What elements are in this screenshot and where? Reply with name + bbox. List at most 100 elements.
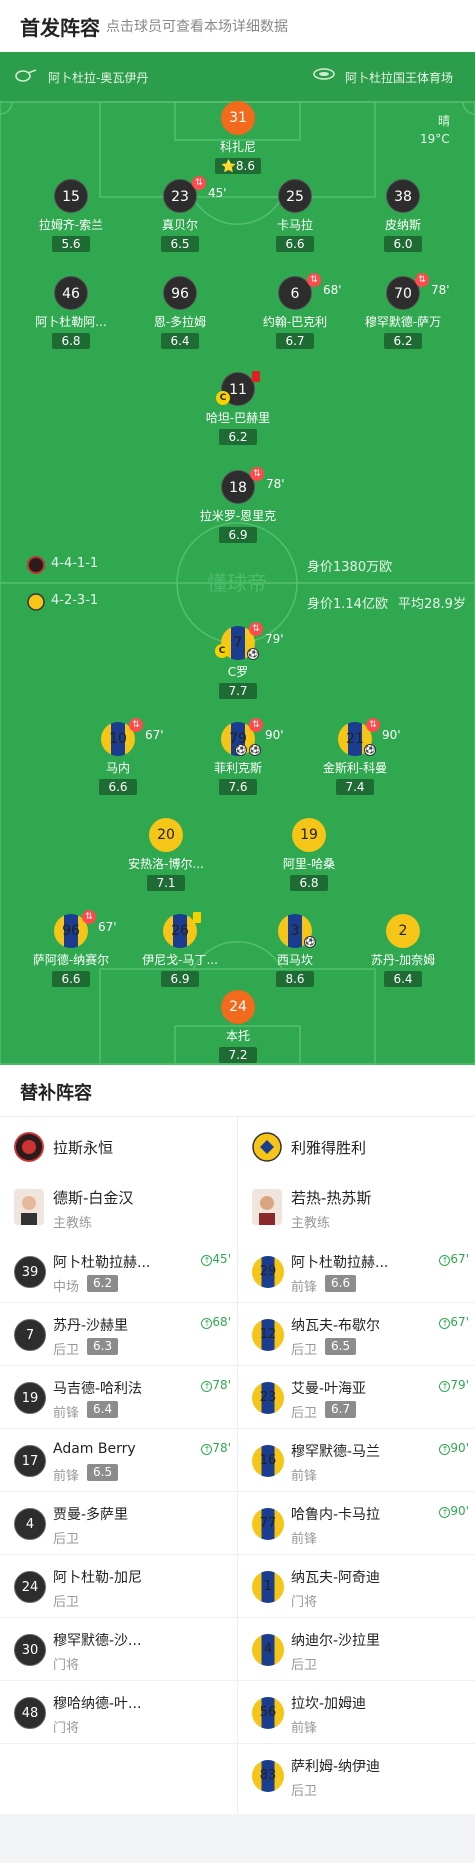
player-away-rw[interactable]: 21 ⇅ 90' ⚽ 金斯利-科曼 7.4 bbox=[300, 718, 410, 795]
sub-in-icon: ↑ bbox=[439, 1507, 451, 1518]
away-team-logo-icon bbox=[27, 593, 45, 611]
sub-name: 阿卜杜勒拉赫... bbox=[53, 1255, 151, 1271]
player-number: 21 ⇅ 90' ⚽ bbox=[338, 718, 401, 756]
player-rating: 6.2 bbox=[384, 333, 422, 349]
player-home-fw[interactable]: 18 ⇅ 78' 拉米罗-恩里克 6.9 bbox=[183, 467, 293, 543]
home-value: 身价1380万欧 bbox=[307, 560, 393, 575]
red-card-icon bbox=[252, 371, 260, 382]
player-home-mf3[interactable]: 6 ⇅ 68' 约翰-巴克利 6.7 bbox=[240, 273, 350, 349]
sub-position: 前锋 bbox=[53, 1406, 80, 1421]
sub-name: 穆哈纳德-叶... bbox=[53, 1696, 142, 1712]
player-away-dm1[interactable]: 20 安热洛-博尔... 7.1 bbox=[111, 818, 221, 891]
sub-player-row[interactable]: 39 阿卜杜勒拉赫... 中场 6.2 ↑ 45' bbox=[0, 1240, 237, 1303]
sub-in-time: ↑ 78' bbox=[201, 1441, 231, 1455]
player-rating: 6.6 bbox=[276, 236, 314, 252]
home-formation: 4-4-1-1 bbox=[51, 556, 99, 571]
sub-in-time: ↑ 79' bbox=[439, 1378, 469, 1392]
player-home-mf4[interactable]: 70 ⇅ 78' 穆罕默德-萨万 6.2 bbox=[348, 273, 458, 349]
sub-position: 门将 bbox=[291, 1595, 318, 1610]
sub-player-row[interactable]: 7 苏丹-沙赫里 后卫 6.3 ↑ 68' bbox=[0, 1303, 237, 1366]
yellow-card-icon bbox=[193, 912, 201, 923]
player-away-st[interactable]: 7 ⇅ 79' C ⚽ C罗 7.7 bbox=[183, 622, 293, 699]
player-away-cam[interactable]: 79 ⇅ 90' ⚽ ⚽ 菲利克斯 7.6 bbox=[183, 718, 293, 795]
sub-rating: 6.2 bbox=[87, 1275, 119, 1292]
player-home-df4[interactable]: 38 皮纳斯 6.0 bbox=[348, 179, 458, 252]
sub-minute: 78' bbox=[431, 283, 450, 297]
player-number: 31 bbox=[221, 101, 255, 135]
sub-player-row[interactable]: 77 哈鲁内-卡马拉 前锋 ↑ 90' bbox=[238, 1492, 475, 1555]
away-team-head[interactable]: 利雅得胜利 bbox=[238, 1117, 475, 1177]
sub-player-row[interactable]: 56 拉坎-加姆迪 前锋 bbox=[238, 1681, 475, 1744]
coach-avatar bbox=[14, 1189, 44, 1225]
sub-player-row[interactable]: 19 马吉德-哈利法 前锋 6.4 ↑ 78' bbox=[0, 1366, 237, 1429]
player-away-dm2[interactable]: 19 阿里-哈桑 6.8 bbox=[254, 818, 364, 891]
player-name: 阿里-哈桑 bbox=[282, 857, 336, 871]
player-home-df1[interactable]: 15 拉姆齐-索兰 5.6 bbox=[16, 179, 126, 252]
home-coach[interactable]: 德斯-白金汉 主教练 bbox=[0, 1177, 237, 1240]
stadium-icon bbox=[313, 68, 335, 80]
sub-player-row[interactable]: 4 贾曼-多萨里 后卫 bbox=[0, 1492, 237, 1555]
pitch: 懂球帝 阿卜杜拉-奥瓦伊丹 阿卜杜拉国王体育场 晴 19°C 31 科扎尼 ⭐8… bbox=[0, 52, 475, 1065]
sub-player-row[interactable]: 24 阿卜杜勒-加尼 后卫 bbox=[0, 1555, 237, 1618]
substitution-icon: ⇅ bbox=[192, 176, 206, 190]
player-home-mf2[interactable]: 96 恩-多拉姆 6.4 bbox=[125, 276, 235, 349]
player-name: 恩-多拉姆 bbox=[153, 315, 207, 329]
sub-position: 前锋 bbox=[291, 1469, 318, 1484]
goal-ball-icon: ⚽ bbox=[364, 744, 376, 756]
sub-rating: 6.5 bbox=[325, 1338, 357, 1355]
player-home-df2[interactable]: 23 ⇅ 45' 真贝尔 6.5 bbox=[125, 176, 235, 252]
sub-in-icon: ↑ bbox=[201, 1381, 213, 1392]
player-rating: 7.2 bbox=[219, 1047, 257, 1063]
sub-player-row[interactable]: 83 萨利姆-纳伊迪 后卫 bbox=[238, 1744, 475, 1807]
away-coach[interactable]: 若热-热苏斯 主教练 bbox=[238, 1177, 475, 1240]
player-name: 金斯利-科曼 bbox=[322, 761, 388, 775]
sub-name: 穆罕默德-沙... bbox=[53, 1633, 142, 1649]
player-away-cb1[interactable]: 26 伊尼戈-马丁... 6.9 bbox=[125, 912, 235, 987]
sub-in-time: ↑ 90' bbox=[439, 1441, 469, 1455]
sub-player-row[interactable]: 30 穆罕默德-沙... 门将 bbox=[0, 1618, 237, 1681]
sub-player-row[interactable]: 48 穆哈纳德-叶... 门将 bbox=[0, 1681, 237, 1744]
player-home-am[interactable]: 11 C 哈坦-巴赫里 6.2 bbox=[183, 371, 293, 445]
sub-player-row[interactable]: 16 穆罕默德-马兰 前锋 ↑ 90' bbox=[238, 1429, 475, 1492]
substitution-icon: ⇅ bbox=[415, 273, 429, 287]
player-away-gk[interactable]: 24 本托 7.2 bbox=[183, 990, 293, 1063]
sub-in-icon: ↑ bbox=[201, 1255, 213, 1266]
player-rating: 7.1 bbox=[147, 875, 185, 891]
captain-icon: C bbox=[216, 391, 230, 405]
player-home-mf1[interactable]: 46 阿卜杜勒阿... 6.8 bbox=[16, 276, 126, 349]
sub-in-icon: ↑ bbox=[439, 1255, 451, 1266]
player-rating: 6.9 bbox=[161, 971, 199, 987]
player-number: 3 ⚽ bbox=[278, 914, 316, 948]
sub-number: 19 bbox=[14, 1382, 46, 1414]
player-home-gk[interactable]: 31 科扎尼 ⭐8.6 bbox=[183, 101, 293, 174]
player-away-lw[interactable]: 10 ⇅ 67' 马内 6.6 bbox=[63, 718, 173, 795]
sub-position: 前锋 bbox=[53, 1469, 80, 1484]
away-value: 身价1.14亿欧 bbox=[307, 597, 388, 612]
player-name: 约翰-巴克利 bbox=[262, 315, 328, 329]
sub-in-icon: ↑ bbox=[439, 1444, 451, 1455]
sub-player-row[interactable]: 12 纳瓦夫-布歇尔 后卫 6.5 ↑ 67' bbox=[238, 1303, 475, 1366]
player-away-cb2[interactable]: 3 ⚽ 西马坎 8.6 bbox=[240, 914, 350, 987]
coach-name: 德斯-白金汉 bbox=[53, 1189, 134, 1207]
sub-player-row[interactable]: 1 纳瓦夫-阿奇迪 门将 bbox=[238, 1555, 475, 1618]
sub-player-row[interactable]: 17 Adam Berry 前锋 6.5 ↑ 78' bbox=[0, 1429, 237, 1492]
player-number: 26 bbox=[163, 912, 201, 948]
substitution-icon: ⇅ bbox=[250, 467, 264, 481]
player-away-rb[interactable]: 2 苏丹-加奈姆 6.4 bbox=[348, 914, 458, 987]
player-home-df3[interactable]: 25 卡马拉 6.6 bbox=[240, 179, 350, 252]
substitution-icon: ⇅ bbox=[249, 718, 263, 732]
sub-name: 马吉德-哈利法 bbox=[53, 1381, 143, 1397]
player-away-lb[interactable]: 96 ⇅ 67' 萨阿德-纳赛尔 6.6 bbox=[16, 910, 126, 987]
captain-icon: C bbox=[215, 644, 229, 658]
home-team-head[interactable]: 拉斯永恒 bbox=[0, 1117, 237, 1177]
away-team-logo-icon bbox=[252, 1132, 282, 1162]
sub-player-row[interactable]: 4 纳迪尔-沙拉里 后卫 bbox=[238, 1618, 475, 1681]
sub-name: 阿卜杜勒拉赫... bbox=[291, 1255, 389, 1271]
player-number: 19 bbox=[292, 818, 326, 852]
weather: 晴 bbox=[438, 114, 451, 128]
sub-player-row[interactable]: 29 阿卜杜勒拉赫... 前锋 6.6 ↑ 67' bbox=[238, 1240, 475, 1303]
coach-avatar bbox=[252, 1189, 282, 1225]
player-number: 10 ⇅ 67' bbox=[101, 718, 164, 756]
sub-number: 83 bbox=[252, 1760, 284, 1792]
sub-player-row[interactable]: 23 艾曼-叶海亚 后卫 6.7 ↑ 79' bbox=[238, 1366, 475, 1429]
